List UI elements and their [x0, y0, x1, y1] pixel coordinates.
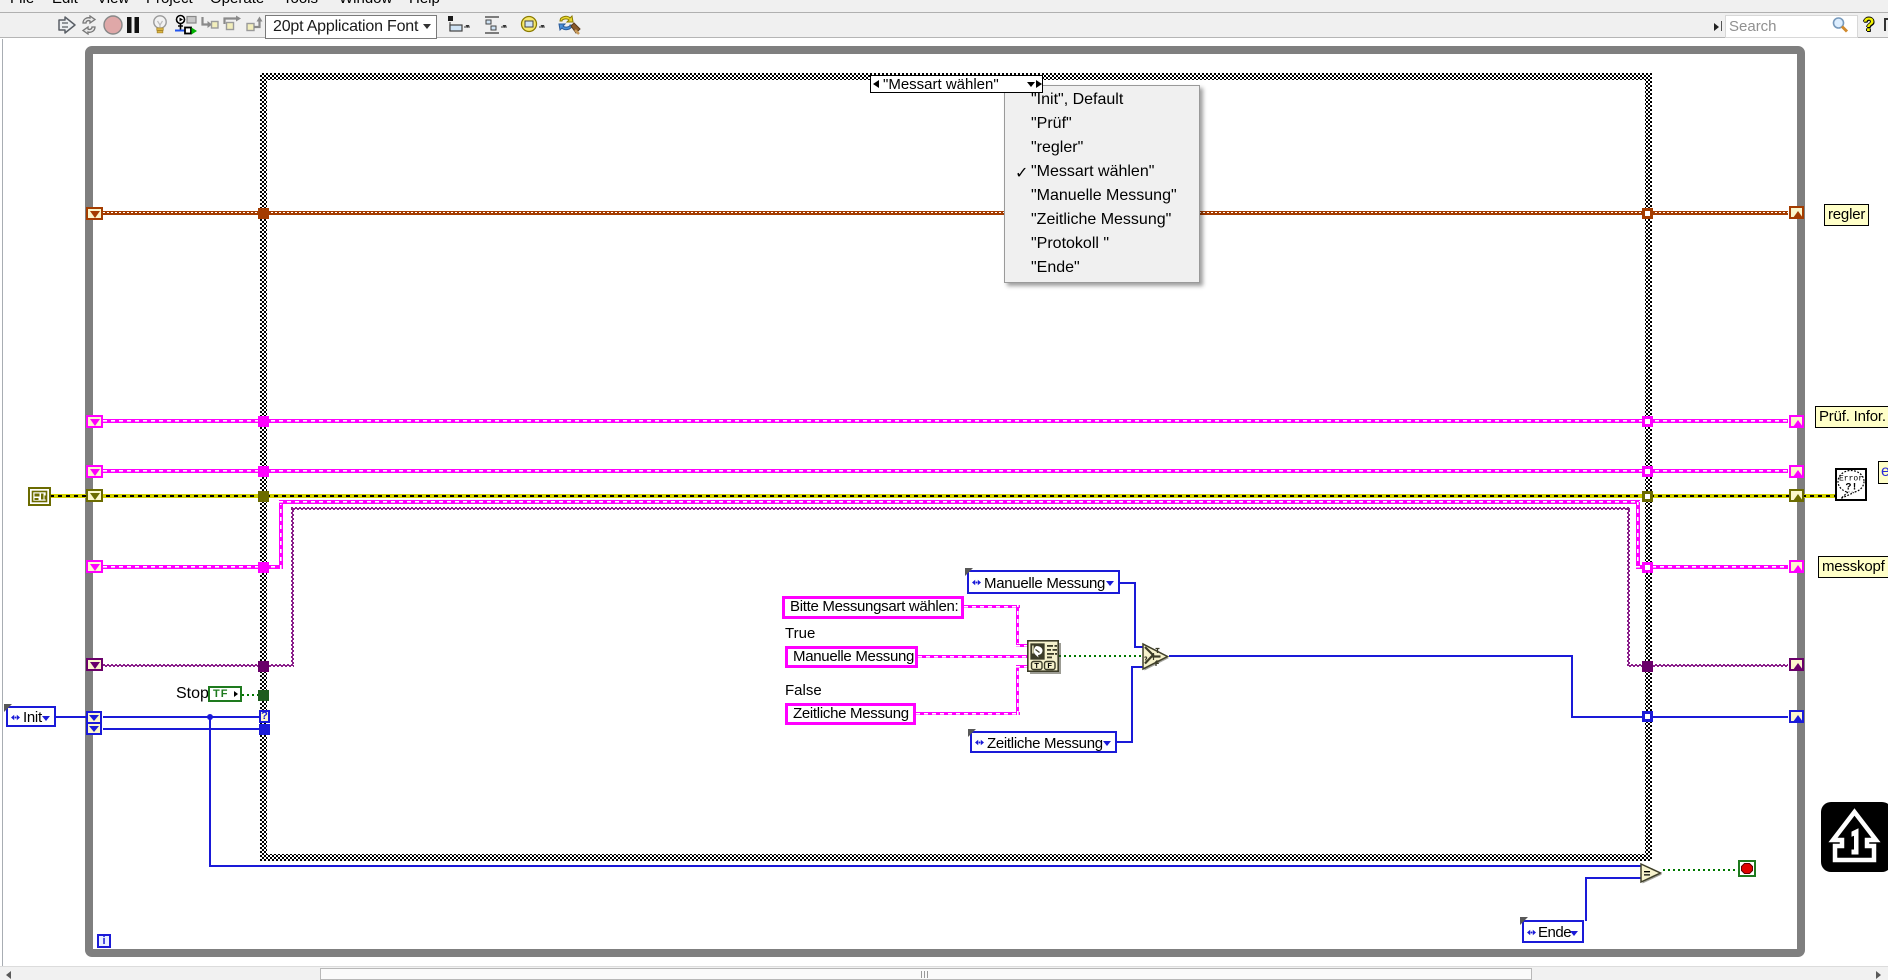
svg-text:=: =: [1644, 867, 1651, 881]
svg-text:?!: ?!: [1845, 483, 1857, 494]
svg-text:F: F: [1047, 661, 1052, 670]
svg-text:T: T: [1034, 661, 1039, 670]
